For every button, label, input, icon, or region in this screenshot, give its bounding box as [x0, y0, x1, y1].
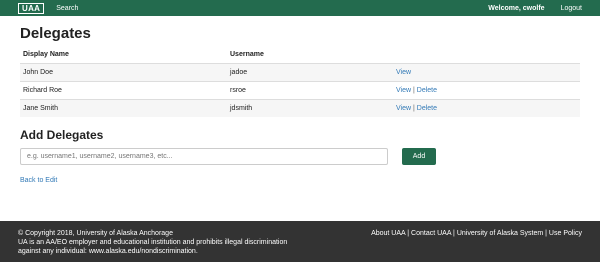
page-title: Delegates — [20, 25, 91, 42]
action-separator: | — [413, 86, 415, 94]
nondiscrimination-statement: against any individual: www.alaska.edu/n… — [18, 248, 198, 255]
welcome-text: Welcome, cwolfe — [488, 4, 545, 12]
column-header-display-name: Display Name — [20, 46, 227, 64]
cell-display-name: Jane Smith — [20, 98, 227, 117]
table-row: John Doe jadoe View — [20, 62, 580, 81]
back-to-edit-link[interactable]: Back to Edit — [20, 177, 57, 184]
footer-link-use-policy[interactable]: Use Policy — [549, 230, 582, 237]
column-header-username: Username — [227, 46, 393, 64]
top-navbar: UAA Search Welcome, cwolfe Logout — [0, 0, 600, 16]
add-delegates-title: Add Delegates — [20, 128, 104, 142]
footer-link-contact[interactable]: Contact UAA — [411, 230, 451, 237]
view-link[interactable]: View — [396, 69, 411, 76]
cell-username: jadoe — [227, 62, 393, 81]
nav-search-link[interactable]: Search — [56, 5, 78, 12]
add-button[interactable]: Add — [402, 148, 436, 165]
delete-link[interactable]: Delete — [417, 87, 437, 94]
usernames-input[interactable] — [20, 148, 388, 165]
cell-actions: View | Delete — [393, 98, 580, 117]
uaa-logo[interactable]: UAA — [18, 2, 45, 14]
delegates-table: Display Name Username John Doe jadoe Vie… — [20, 46, 580, 117]
table-row: Richard Roe rsroe View | Delete — [20, 80, 580, 99]
action-separator: | — [413, 104, 415, 112]
delete-link[interactable]: Delete — [417, 105, 437, 112]
eeo-statement: UA is an AA/EO employer and educational … — [18, 239, 288, 246]
nav-right: Welcome, cwolfe Logout — [488, 5, 600, 12]
column-header-actions — [393, 46, 580, 64]
cell-username: rsroe — [227, 80, 393, 99]
cell-username: jdsmith — [227, 98, 393, 117]
cell-display-name: John Doe — [20, 62, 227, 81]
footer: © Copyright 2018, University of Alaska A… — [0, 221, 600, 262]
view-link[interactable]: View — [396, 105, 411, 112]
cell-display-name: Richard Roe — [20, 80, 227, 99]
view-link[interactable]: View — [396, 87, 411, 94]
logout-link[interactable]: Logout — [561, 5, 582, 12]
cell-actions: View | Delete — [393, 80, 580, 99]
cell-actions: View — [393, 62, 580, 81]
footer-link-ua-system[interactable]: University of Alaska System — [457, 230, 543, 237]
footer-links: About UAA | Contact UAA | University of … — [371, 229, 582, 238]
footer-link-about[interactable]: About UAA — [371, 230, 405, 237]
table-header-row: Display Name Username — [20, 46, 580, 64]
table-row: Jane Smith jdsmith View | Delete — [20, 98, 580, 117]
copyright-text: © Copyright 2018, University of Alaska A… — [18, 230, 173, 237]
